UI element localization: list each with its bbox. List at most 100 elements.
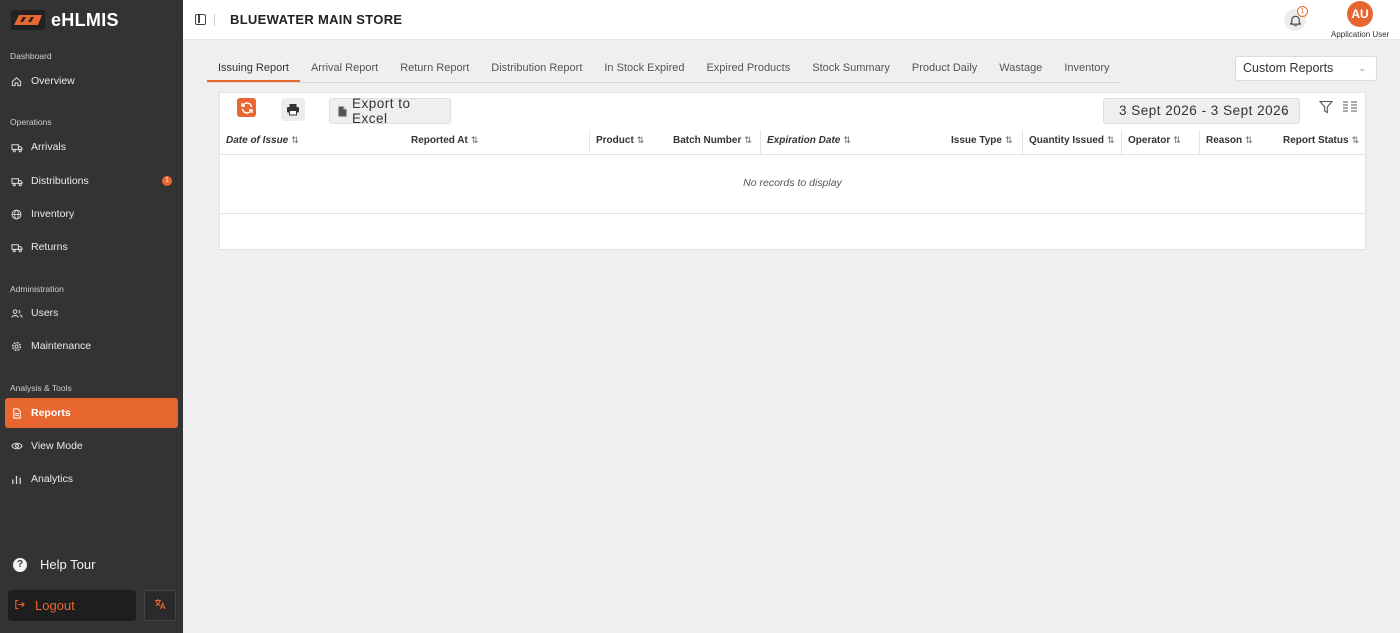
- tab-distribution-report[interactable]: Distribution Report: [480, 56, 593, 82]
- column-header-reported-at[interactable]: Reported At ⇅: [411, 130, 478, 155]
- table-header: Date of Issue ⇅ Reported At ⇅ Product ⇅ Bat…: [220, 130, 1365, 155]
- store-title: BLUEWATER MAIN STORE: [230, 12, 403, 27]
- help-tour-link[interactable]: ? Help Tour: [13, 557, 95, 572]
- home-icon: [10, 75, 23, 88]
- language-button[interactable]: [144, 590, 176, 621]
- column-header-date-of-issue[interactable]: Date of Issue ⇅: [226, 130, 299, 155]
- column-header-reason[interactable]: Reason ⇅: [1206, 130, 1253, 155]
- truck-icon: [10, 141, 23, 154]
- filter-icon[interactable]: [1318, 100, 1334, 117]
- logout-label: Logout: [35, 598, 75, 613]
- sidebar: eHLMIS Dashboard Overview Operations Arr…: [0, 0, 183, 633]
- export-label: Export to Excel: [352, 96, 411, 126]
- logout-button[interactable]: Logout: [8, 590, 136, 621]
- sidebar-item-overview[interactable]: Overview: [5, 66, 178, 96]
- sidebar-item-label: Inventory: [31, 208, 75, 220]
- sort-icon: ⇅: [843, 135, 851, 145]
- section-administration: Administration: [10, 284, 64, 294]
- tab-stock-summary[interactable]: Stock Summary: [801, 56, 901, 82]
- divider: [214, 14, 215, 26]
- sidebar-item-label: View Mode: [31, 440, 83, 452]
- distributions-badge: 1: [162, 176, 172, 186]
- sort-icon: ⇅: [744, 135, 752, 145]
- column-header-expiration-date[interactable]: Expiration Date ⇅: [767, 130, 851, 155]
- section-analysis: Analysis & Tools: [10, 383, 72, 393]
- sidebar-item-label: Distributions: [31, 175, 89, 187]
- section-operations: Operations: [10, 117, 52, 127]
- print-button[interactable]: [281, 98, 305, 121]
- refresh-icon: [240, 101, 253, 114]
- sort-icon: ⇅: [636, 135, 645, 145]
- sort-icon: ⇅: [1107, 135, 1115, 145]
- translate-icon: [154, 598, 166, 613]
- column-header-product[interactable]: Product ⇅: [596, 130, 644, 155]
- sort-icon: ⇅: [1004, 135, 1013, 145]
- report-tabs: Issuing Report Arrival Report Return Rep…: [207, 56, 1121, 83]
- columns-icon[interactable]: [1343, 101, 1357, 116]
- column-divider: [1022, 130, 1023, 155]
- date-range-value: 3 Sept 2026 - 3 Sept 2026: [1119, 103, 1290, 118]
- sidebar-item-arrivals[interactable]: Arrivals: [5, 132, 178, 162]
- sidebar-item-maintenance[interactable]: Maintenance: [5, 331, 178, 361]
- tab-return-report[interactable]: Return Report: [389, 56, 480, 82]
- column-divider: [760, 130, 761, 155]
- sidebar-item-label: Arrivals: [31, 141, 67, 153]
- sidebar-item-returns[interactable]: Returns: [5, 232, 178, 262]
- chevron-down-icon: ⌄: [1358, 63, 1366, 73]
- truck-icon: [10, 175, 23, 188]
- sort-icon: ⇅: [291, 135, 299, 145]
- report-panel: Export to Excel 3 Sept 2026 - 3 Sept 202…: [219, 92, 1366, 250]
- column-divider: [589, 130, 590, 155]
- logout-icon: [14, 598, 25, 613]
- tab-wastage[interactable]: Wastage: [988, 56, 1053, 82]
- tab-in-stock-expired[interactable]: In Stock Expired: [593, 56, 695, 82]
- column-divider: [1199, 130, 1200, 155]
- gear-icon: [10, 340, 23, 353]
- globe-icon: [10, 208, 23, 221]
- help-tour-label: Help Tour: [40, 557, 96, 572]
- tab-arrival-report[interactable]: Arrival Report: [300, 56, 389, 82]
- column-header-report-status[interactable]: Report Status ⇅: [1283, 130, 1359, 155]
- tab-product-daily[interactable]: Product Daily: [901, 56, 988, 82]
- sidebar-item-label: Analytics: [31, 473, 74, 485]
- sort-icon: ⇅: [1173, 135, 1181, 145]
- sidebar-item-analytics[interactable]: Analytics: [5, 464, 178, 494]
- column-header-operator[interactable]: Operator ⇅: [1128, 130, 1181, 155]
- eye-icon: [10, 440, 23, 453]
- sidebar-item-label: Maintenance: [31, 340, 92, 352]
- column-divider: [1121, 130, 1122, 155]
- truck-icon: [10, 241, 23, 254]
- document-icon: [10, 407, 23, 420]
- sidebar-item-users[interactable]: Users: [5, 298, 178, 328]
- bar-chart-icon: [10, 473, 23, 486]
- sidebar-item-label: Reports: [31, 407, 71, 419]
- column-header-issue-type[interactable]: Issue Type ⇅: [951, 130, 1013, 155]
- chevron-down-icon: ⌄: [1281, 106, 1290, 116]
- custom-reports-select[interactable]: Custom Reports ⌄: [1235, 56, 1377, 81]
- tab-expired-products[interactable]: Expired Products: [695, 56, 801, 82]
- custom-reports-label: Custom Reports: [1243, 61, 1334, 75]
- sidebar-toggle-icon[interactable]: [195, 14, 206, 25]
- notification-badge: 1: [1297, 6, 1308, 17]
- sidebar-item-distributions[interactable]: Distributions 1: [5, 166, 178, 196]
- brand[interactable]: eHLMIS: [0, 0, 183, 40]
- question-icon: ?: [13, 557, 27, 572]
- export-excel-button[interactable]: Export to Excel: [329, 96, 451, 126]
- sidebar-item-label: Returns: [31, 241, 68, 253]
- sidebar-item-reports[interactable]: Reports: [5, 398, 178, 428]
- column-header-quantity-issued[interactable]: Quantity Issued ⇅: [1029, 130, 1115, 155]
- users-icon: [10, 307, 23, 320]
- column-header-batch-number[interactable]: Batch Number ⇅: [673, 130, 752, 155]
- tab-issuing-report[interactable]: Issuing Report: [207, 56, 300, 82]
- sidebar-item-inventory[interactable]: Inventory: [5, 199, 178, 229]
- tab-inventory[interactable]: Inventory: [1053, 56, 1120, 82]
- sort-icon: ⇅: [1351, 135, 1360, 145]
- sidebar-item-view-mode[interactable]: View Mode: [5, 431, 178, 461]
- file-icon: [338, 106, 347, 117]
- printer-icon: [287, 104, 299, 116]
- refresh-button[interactable]: [237, 98, 256, 117]
- section-dashboard: Dashboard: [10, 51, 52, 61]
- top-bar: BLUEWATER MAIN STORE 1 AU Application Us…: [183, 0, 1400, 40]
- avatar[interactable]: AU: [1347, 1, 1373, 27]
- date-range-picker[interactable]: 3 Sept 2026 - 3 Sept 2026 ⌄: [1103, 98, 1300, 124]
